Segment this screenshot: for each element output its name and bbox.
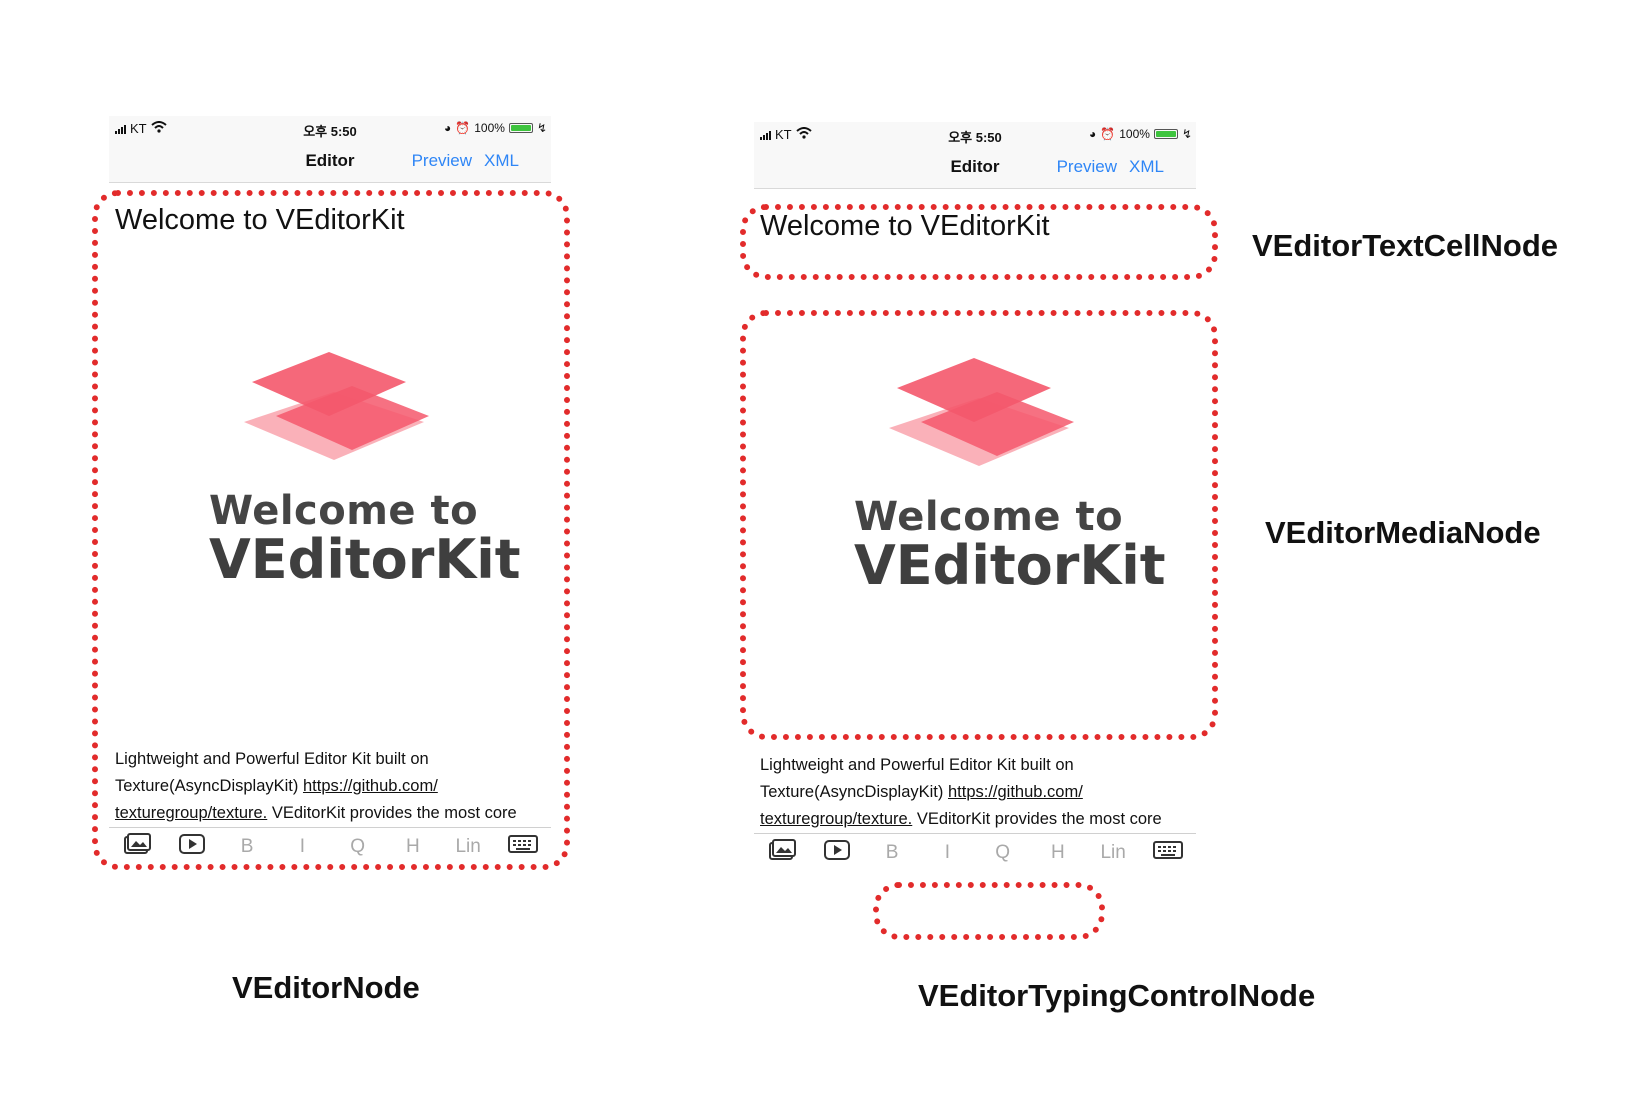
alarm-icon: ⏰ [455, 121, 471, 135]
typing-control-node-outline [873, 882, 1105, 940]
charging-icon: ↯ [1181, 127, 1192, 141]
status-bar: KT 오후 5:50 ◕ ⏰ 100% ↯ [754, 122, 1196, 148]
battery-icon [508, 123, 533, 133]
battery-percent: 100% [1119, 127, 1150, 141]
caption-media-node: VEditorMediaNode [1265, 515, 1541, 550]
body-text-span: Texture(AsyncDisplayKit) [760, 783, 948, 801]
caption-typing-control-node: VEditorTypingControlNode [918, 978, 1316, 1013]
preview-button[interactable]: Preview [1057, 157, 1117, 177]
video-insert-icon[interactable] [809, 839, 864, 867]
xml-button[interactable]: XML [484, 151, 519, 171]
editor-node-outline [92, 190, 570, 870]
italic-button[interactable]: I [920, 842, 975, 864]
quote-button[interactable]: Q [975, 842, 1030, 864]
charging-icon: ↯ [536, 121, 547, 135]
link-button[interactable]: Lin [1086, 842, 1141, 864]
status-bar: KT 오후 5:50 ◕ ⏰ 100% ↯ [109, 116, 551, 142]
orientation-lock-icon: ◕ [444, 121, 452, 135]
body-link-continued[interactable]: texturegroup/texture. [760, 810, 912, 828]
text-cell-node-outline [740, 204, 1218, 280]
caption-editor-node: VEditorNode [232, 970, 420, 1005]
media-node-outline [740, 310, 1218, 740]
heading-button[interactable]: H [1030, 842, 1085, 864]
document-body[interactable]: Lightweight and Powerful Editor Kit buil… [760, 752, 1190, 833]
navigation-bar: Editor Preview XML [109, 142, 551, 183]
caption-text-cell-node: VEditorTextCellNode [1252, 228, 1559, 263]
navigation-bar: Editor Preview XML [754, 148, 1196, 189]
xml-button[interactable]: XML [1129, 157, 1164, 177]
body-link[interactable]: https://github.com/ [948, 783, 1083, 801]
body-text-span: VEditorKit provides the most core [912, 810, 1162, 828]
battery-icon [1153, 129, 1178, 139]
image-insert-icon[interactable] [754, 839, 809, 867]
body-line: Lightweight and Powerful Editor Kit buil… [760, 756, 1074, 774]
preview-button[interactable]: Preview [412, 151, 472, 171]
battery-percent: 100% [474, 121, 505, 135]
orientation-lock-icon: ◕ [1089, 127, 1097, 141]
alarm-icon: ⏰ [1100, 127, 1116, 141]
typing-toolbar: B I Q H Lin [754, 833, 1196, 872]
keyboard-dismiss-icon[interactable] [1141, 840, 1196, 866]
bold-button[interactable]: B [865, 842, 920, 864]
